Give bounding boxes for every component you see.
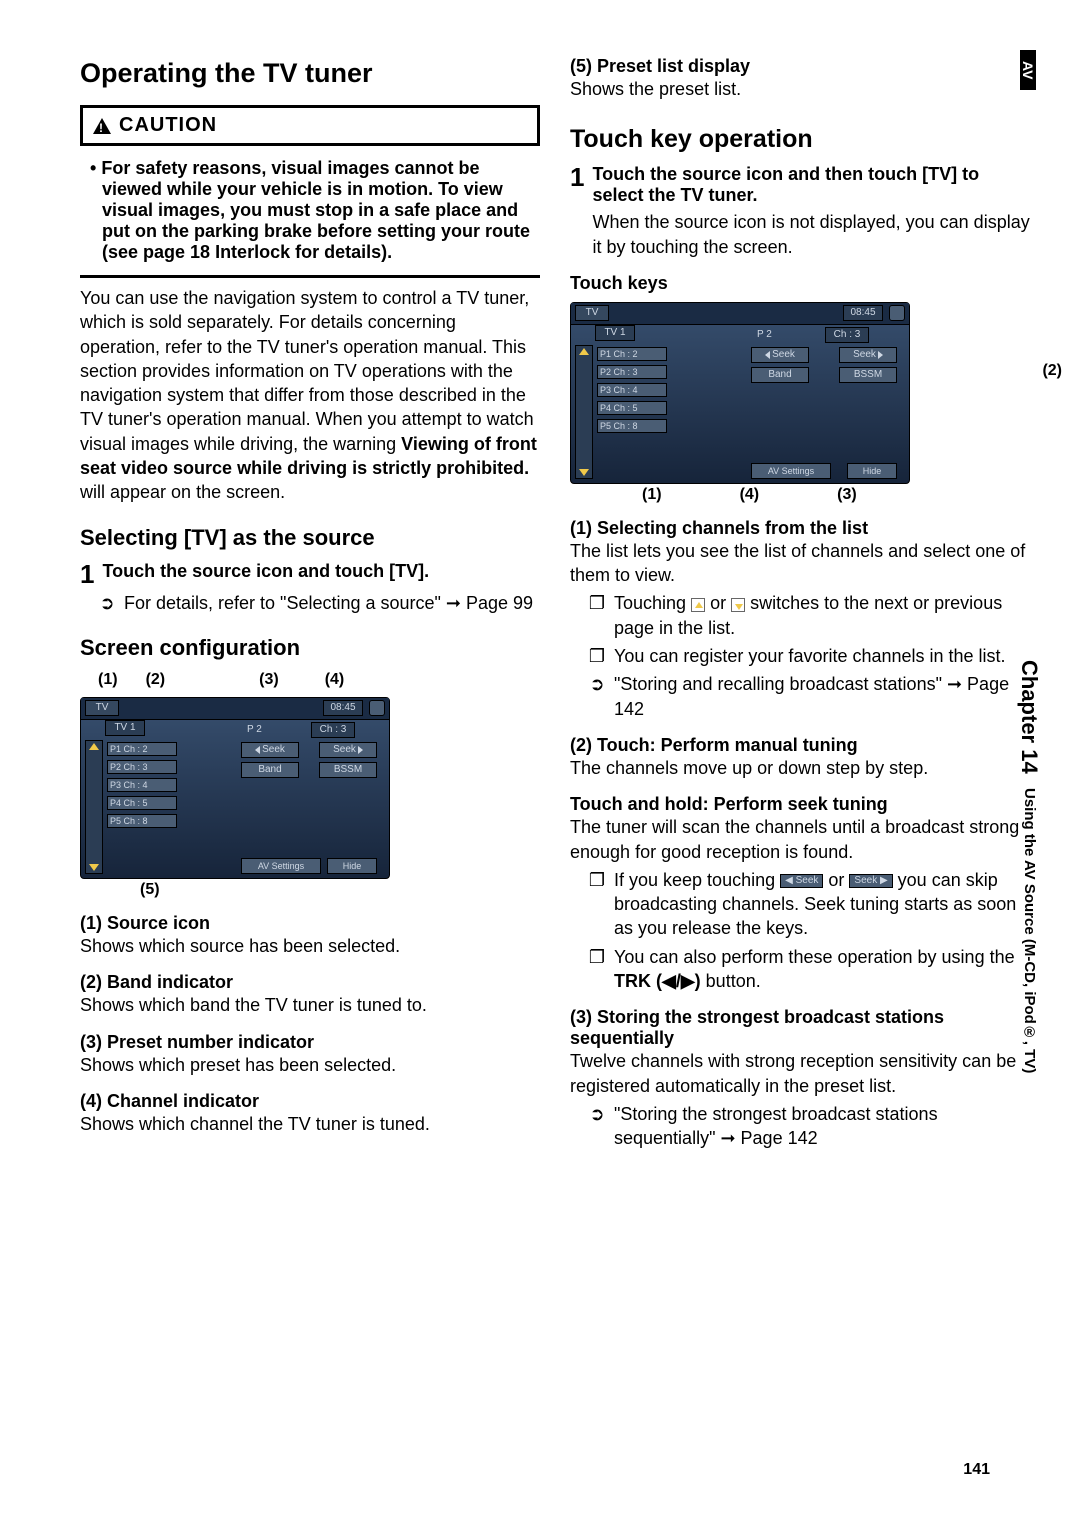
- av-settings-button[interactable]: AV Settings: [241, 858, 321, 874]
- seek-left-button[interactable]: Seek: [241, 742, 299, 758]
- heading-screen-config: Screen configuration: [80, 635, 540, 661]
- warning-icon: [93, 118, 111, 134]
- tv-band-indicator: TV 1: [105, 720, 145, 736]
- item-3-h: (3) Preset number indicator: [80, 1032, 540, 1053]
- callout-bottom-row-2: (1) (4) (3): [570, 486, 1030, 504]
- page-down-inline-icon: [731, 598, 745, 612]
- sec-2-bullet-2: ❐ You can also perform these operation b…: [588, 945, 1030, 994]
- sec-2-h: (2) Touch: Perform manual tuning: [570, 735, 1030, 756]
- preset-p5[interactable]: P5 Ch : 8: [597, 419, 667, 433]
- step-1-note: ➲ For details, refer to "Selecting a sou…: [98, 591, 540, 615]
- chapter-label: Chapter 14: [1017, 660, 1042, 774]
- tv-channel-indicator: Ch : 3: [311, 722, 355, 738]
- side-tab: AV: [1020, 50, 1050, 90]
- seek-left-inline-icon: ◀ Seek: [780, 874, 823, 888]
- item-2-h: (2) Band indicator: [80, 972, 540, 993]
- tv-source-icon[interactable]: TV: [85, 700, 119, 716]
- item-4-d: Shows which channel the TV tuner is tune…: [80, 1112, 540, 1136]
- seek-right-inline-icon: Seek ▶: [849, 874, 892, 888]
- page-number: 141: [963, 1461, 990, 1479]
- item-2-d: Shows which band the TV tuner is tuned t…: [80, 993, 540, 1017]
- sec-2b-d: The tuner will scan the channels until a…: [570, 815, 1030, 864]
- page-up-icon[interactable]: [579, 348, 589, 355]
- preset-p4[interactable]: P4 Ch : 5: [107, 796, 177, 810]
- step-1: 1 Touch the source icon and touch [TV].: [80, 561, 540, 587]
- divider: [80, 275, 540, 278]
- sec-2-bullet-1: ❐ If you keep touching ◀ Seek or Seek ▶ …: [588, 868, 1030, 941]
- callout-bottom-5: (5): [80, 881, 540, 899]
- tv2-source-icon[interactable]: TV: [575, 305, 609, 321]
- sec-3-ref: ➲ "Storing the strongest broadcast stati…: [588, 1102, 1030, 1151]
- band-button[interactable]: Band: [751, 367, 809, 383]
- tv2-page-scroll[interactable]: [575, 345, 593, 479]
- tv-time: 08:45: [323, 700, 363, 716]
- section-label: Using the AV Source (M-CD, iPod®, TV): [1021, 788, 1038, 1073]
- bssm-button[interactable]: BSSM: [319, 762, 377, 778]
- tv2-home-icon[interactable]: [889, 305, 905, 321]
- sec-1-h: (1) Selecting channels from the list: [570, 518, 1030, 539]
- bssm-button[interactable]: BSSM: [839, 367, 897, 383]
- hide-button[interactable]: Hide: [847, 463, 897, 479]
- heading-operating: Operating the TV tuner: [80, 58, 540, 89]
- tv2-band-indicator: TV 1: [595, 325, 635, 341]
- page-down-icon[interactable]: [89, 864, 99, 871]
- tv-page-scroll[interactable]: [85, 740, 103, 874]
- seek-left-button[interactable]: Seek: [751, 347, 809, 363]
- item-3-d: Shows which preset has been selected.: [80, 1053, 540, 1077]
- preset-p1[interactable]: P1 Ch : 2: [597, 347, 667, 361]
- preset-p4[interactable]: P4 Ch : 5: [597, 401, 667, 415]
- seek-right-button[interactable]: Seek: [839, 347, 897, 363]
- callout-right-2: (2): [1042, 362, 1062, 380]
- side-label: Chapter 14 Using the AV Source (M-CD, iP…: [1016, 660, 1042, 1074]
- preset-p2[interactable]: P2 Ch : 3: [597, 365, 667, 379]
- caution-text: • For safety reasons, visual images cann…: [80, 156, 540, 267]
- page-up-icon[interactable]: [89, 743, 99, 750]
- heading-touch-key: Touch key operation: [570, 125, 1030, 154]
- sec-1-bullet-1: ❐ Touching or switches to the next or pr…: [588, 591, 1030, 640]
- callout-top-row: (1) (2) (3) (4): [80, 671, 540, 689]
- preset-p2[interactable]: P2 Ch : 3: [107, 760, 177, 774]
- tv2-time: 08:45: [843, 305, 883, 321]
- caution-label-box: CAUTION: [80, 105, 540, 146]
- sec-3-h: (3) Storing the strongest broadcast stat…: [570, 1007, 1030, 1049]
- band-button[interactable]: Band: [241, 762, 299, 778]
- tab-av: AV: [1020, 50, 1036, 90]
- sec-2-d: The channels move up or down step by ste…: [570, 756, 1030, 780]
- preset-p3[interactable]: P3 Ch : 4: [107, 778, 177, 792]
- tv2-preset-list: P1 Ch : 2 P2 Ch : 3 P3 Ch : 4 P4 Ch : 5 …: [597, 347, 667, 437]
- sec-1-bullet-2: ❐ You can register your favorite channel…: [588, 644, 1030, 668]
- page-up-inline-icon: [691, 598, 705, 612]
- item-1-h: (1) Source icon: [80, 913, 540, 934]
- preset-p3[interactable]: P3 Ch : 4: [597, 383, 667, 397]
- touch-keys-heading: Touch keys: [570, 273, 1030, 294]
- tv2-channel-indicator: Ch : 3: [825, 327, 869, 343]
- sec-3-d: Twelve channels with strong reception se…: [570, 1049, 1030, 1098]
- item-5-d: Shows the preset list.: [570, 77, 1030, 101]
- caution-label: CAUTION: [119, 114, 217, 137]
- sec-1-d: The list lets you see the list of channe…: [570, 539, 1030, 588]
- tv-home-icon[interactable]: [369, 700, 385, 716]
- item-5-h: (5) Preset list display: [570, 56, 1030, 77]
- heading-selecting-tv: Selecting [TV] as the source: [80, 525, 540, 551]
- tv-screenshot-2: TV 08:45 TV 1 P 2 Ch : 3 P1 Ch : 2 P2 Ch…: [570, 302, 1030, 484]
- step-r1: 1 Touch the source icon and then touch […: [570, 164, 1030, 259]
- tv-preset-list: P1 Ch : 2 P2 Ch : 3 P3 Ch : 4 P4 Ch : 5 …: [107, 742, 177, 832]
- page-down-icon[interactable]: [579, 469, 589, 476]
- preset-p1[interactable]: P1 Ch : 2: [107, 742, 177, 756]
- av-settings-button[interactable]: AV Settings: [751, 463, 831, 479]
- item-4-h: (4) Channel indicator: [80, 1091, 540, 1112]
- tv-preset-indicator: P 2: [247, 724, 262, 735]
- sec-1-ref: ➲ "Storing and recalling broadcast stati…: [588, 672, 1030, 721]
- tv2-preset-indicator: P 2: [757, 329, 772, 340]
- intro-text: You can use the navigation system to con…: [80, 286, 540, 505]
- item-1-d: Shows which source has been selected.: [80, 934, 540, 958]
- tv-screenshot-1: TV 08:45 TV 1 P 2 Ch : 3 P1 Ch : 2 P2 Ch…: [80, 697, 540, 879]
- hide-button[interactable]: Hide: [327, 858, 377, 874]
- seek-right-button[interactable]: Seek: [319, 742, 377, 758]
- preset-p5[interactable]: P5 Ch : 8: [107, 814, 177, 828]
- sec-2b-h: Touch and hold: Perform seek tuning: [570, 794, 1030, 815]
